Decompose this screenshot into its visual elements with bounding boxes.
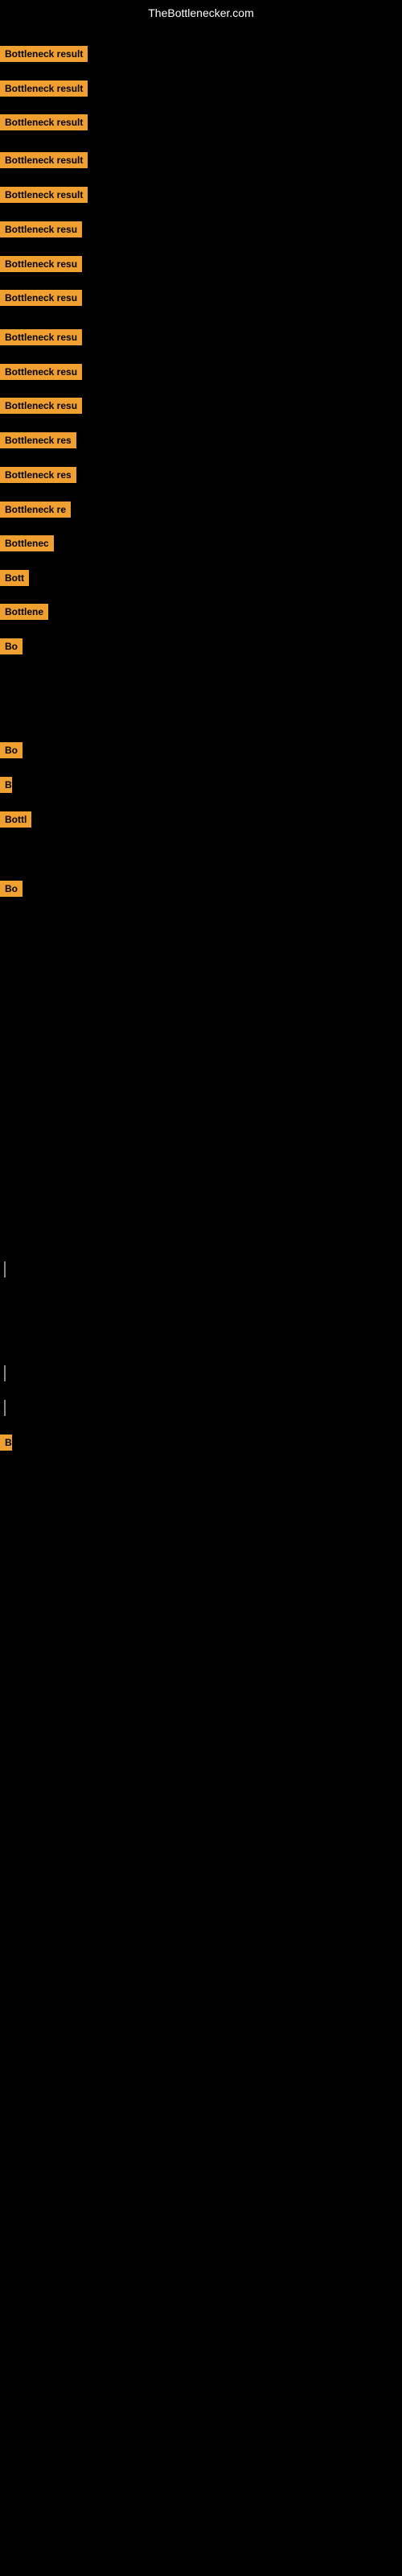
tick-mark (4, 1400, 6, 1416)
bottleneck-result-badge: Bottleneck result (0, 46, 88, 62)
bottleneck-result-badge: Bott (0, 570, 29, 586)
bottleneck-result-badge: B (0, 1435, 12, 1451)
bottleneck-result-badge: Bottleneck resu (0, 290, 82, 306)
site-title: TheBottlenecker.com (0, 0, 402, 26)
bottleneck-result-badge: Bo (0, 742, 23, 758)
bottleneck-result-badge: Bottlenec (0, 535, 54, 551)
bottleneck-result-badge: Bottleneck result (0, 187, 88, 203)
bottleneck-result-badge: Bottleneck res (0, 432, 76, 448)
bottleneck-result-badge: Bottleneck result (0, 114, 88, 130)
bottleneck-result-badge: Bo (0, 638, 23, 654)
bottleneck-result-badge: Bottleneck resu (0, 221, 82, 237)
bottleneck-result-badge: B (0, 777, 12, 793)
bottleneck-result-badge: Bottlene (0, 604, 48, 620)
bottleneck-result-badge: Bottleneck resu (0, 256, 82, 272)
bottleneck-result-badge: Bottleneck resu (0, 364, 82, 380)
tick-mark (4, 1261, 6, 1278)
bottleneck-result-badge: Bottleneck resu (0, 329, 82, 345)
bottleneck-result-badge: Bottl (0, 811, 31, 828)
bottleneck-result-badge: Bottleneck resu (0, 398, 82, 414)
bottleneck-result-badge: Bottleneck result (0, 80, 88, 97)
bottleneck-result-badge: Bo (0, 881, 23, 897)
bottleneck-result-badge: Bottleneck re (0, 502, 71, 518)
tick-mark (4, 1365, 6, 1381)
bottleneck-result-badge: Bottleneck res (0, 467, 76, 483)
bottleneck-result-badge: Bottleneck result (0, 152, 88, 168)
